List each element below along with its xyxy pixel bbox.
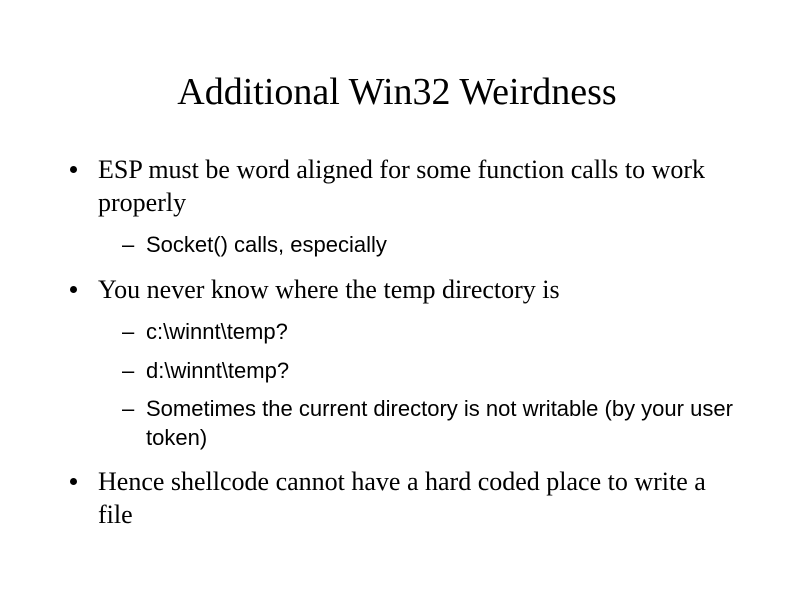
sub-bullet-item: d:\winnt\temp? <box>118 357 744 386</box>
sub-bullet-text: Socket() calls, especially <box>146 232 387 257</box>
sub-bullet-list: c:\winnt\temp? d:\winnt\temp? Sometimes … <box>118 318 744 452</box>
sub-bullet-list: Socket() calls, especially <box>118 231 744 260</box>
slide-title: Additional Win32 Weirdness <box>50 70 744 114</box>
bullet-text: You never know where the temp directory … <box>98 275 560 304</box>
sub-bullet-item: Sometimes the current directory is not w… <box>118 395 744 452</box>
sub-bullet-text: c:\winnt\temp? <box>146 319 288 344</box>
bullet-list: ESP must be word aligned for some functi… <box>60 154 744 531</box>
bullet-text: Hence shellcode cannot have a hard coded… <box>98 467 706 529</box>
bullet-item: ESP must be word aligned for some functi… <box>60 154 744 260</box>
slide: Additional Win32 Weirdness ESP must be w… <box>0 0 794 595</box>
bullet-text: ESP must be word aligned for some functi… <box>98 155 705 217</box>
sub-bullet-text: d:\winnt\temp? <box>146 358 289 383</box>
bullet-item: Hence shellcode cannot have a hard coded… <box>60 466 744 531</box>
bullet-item: You never know where the temp directory … <box>60 274 744 453</box>
sub-bullet-item: Socket() calls, especially <box>118 231 744 260</box>
sub-bullet-item: c:\winnt\temp? <box>118 318 744 347</box>
sub-bullet-text: Sometimes the current directory is not w… <box>146 396 733 450</box>
